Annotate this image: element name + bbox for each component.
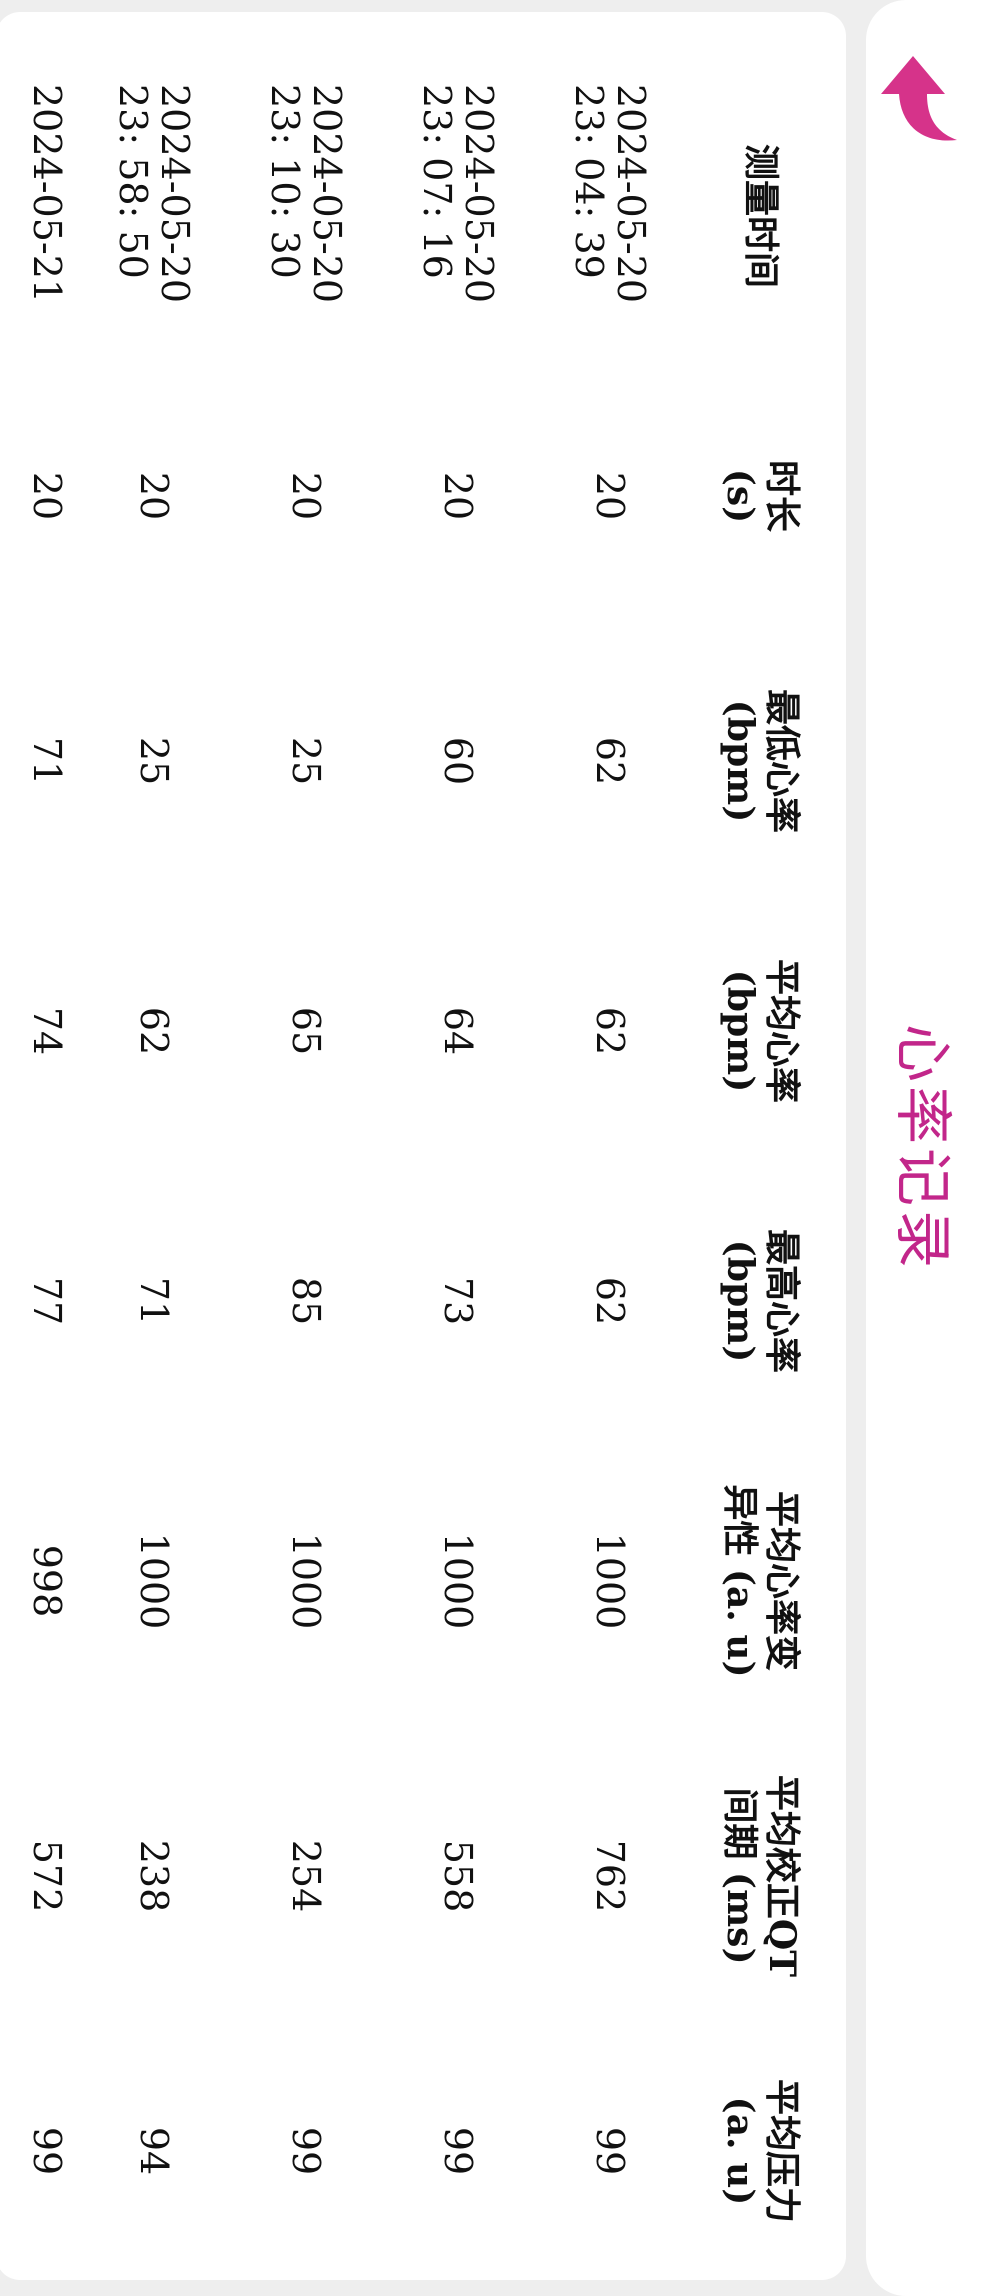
cell-date: 2024-05-21 [25, 84, 69, 304]
table-body: 2024-05-20 23: 04: 39 20 62 62 62 1000 762 99 202… [22, 66, 686, 2276]
cell-avg-hr: 74 [25, 1006, 69, 1056]
cell-date: 2024-05-20 [305, 84, 349, 304]
cell-time: 23: 58: 50 [111, 84, 155, 279]
column-header-label: (bpm) [719, 969, 761, 1093]
cell-min-hr: 62 [588, 736, 632, 786]
cell-stress: 99 [25, 2126, 69, 2176]
cell-time: 23: 04: 39 [567, 84, 611, 279]
cell-duration: 20 [132, 471, 176, 521]
cell-qtc: 558 [436, 1839, 480, 1913]
landscape-page: 心率记录 测量时间 时长 (s) 最低心率 (bpm) 平均心率 (bpm) 最高心率 (bpm… [0, 0, 981, 2296]
page-title: 心率记录 [889, 1023, 957, 1272]
cell-min-hr: 25 [132, 736, 176, 786]
cell-hrv: 1000 [284, 1532, 328, 1630]
column-header-label: 异性 (a. u) [719, 1484, 761, 1678]
column-header-label: 时长 [761, 459, 803, 532]
cell-min-hr: 71 [25, 736, 69, 786]
column-header-avg-qtc: 平均校正QT 间期 (ms) [686, 1726, 846, 2026]
heart-rate-record-table: 测量时间 时长 (s) 最低心率 (bpm) 平均心率 (bpm) 最高心率 (bpm) 平均心率… [22, 66, 846, 2276]
cell-qtc: 572 [25, 1839, 69, 1913]
column-header-avg-heart-rate: 平均心率 (bpm) [686, 896, 846, 1166]
records-card: 测量时间 时长 (s) 最低心率 (bpm) 平均心率 (bpm) 最高心率 (bpm) 平均心率… [0, 12, 846, 2280]
cell-hrv: 1000 [588, 1532, 632, 1630]
column-header-min-heart-rate: 最低心率 (bpm) [686, 626, 846, 896]
column-header-label: 平均心率变 [761, 1490, 803, 1671]
cell-measure-time: 2024-05-20 23: 10: 30 [230, 66, 382, 366]
column-header-label: 平均压力 [761, 2078, 803, 2223]
cell-time: 23: 07: 16 [415, 84, 459, 279]
table-header-row: 测量时间 时长 (s) 最低心率 (bpm) 平均心率 (bpm) 最高心率 (bpm) 平均心率… [686, 66, 846, 2276]
column-header-label: 最高心率 [761, 1228, 803, 1373]
cell-time: 23: 10: 30 [263, 84, 307, 279]
cell-min-hr: 60 [436, 736, 480, 786]
column-header-label: (a. u) [719, 2096, 761, 2206]
table-row[interactable]: 2024-05-20 23: 04: 39 20 62 62 62 1000 762 99 [534, 66, 686, 2276]
cell-qtc: 254 [284, 1839, 328, 1913]
cell-avg-hr: 62 [588, 1006, 632, 1056]
cell-duration: 20 [284, 471, 328, 521]
cell-max-hr: 85 [284, 1276, 328, 1326]
cell-avg-hr: 64 [436, 1006, 480, 1056]
cell-duration: 20 [436, 471, 480, 521]
cell-stress: 94 [132, 2126, 176, 2176]
cell-stress: 99 [436, 2126, 480, 2176]
top-bar: 心率记录 [866, 0, 981, 2296]
column-header-label: (bpm) [719, 1239, 761, 1363]
cell-duration: 20 [25, 471, 69, 521]
cell-stress: 99 [588, 2126, 632, 2176]
cell-date: 2024-05-20 [609, 84, 653, 304]
cell-measure-time: 2024-05-21 [22, 66, 78, 366]
cell-duration: 20 [588, 471, 632, 521]
cell-stress: 99 [284, 2126, 328, 2176]
cell-avg-hr: 65 [284, 1006, 328, 1056]
cell-measure-time: 2024-05-20 23: 04: 39 [534, 66, 686, 366]
column-header-label: 测量时间 [740, 143, 782, 288]
column-header-label: 平均校正QT [761, 1774, 803, 1978]
table-row[interactable]: 2024-05-20 23: 07: 16 20 60 64 73 1000 558 99 [382, 66, 534, 2276]
cell-max-hr: 62 [588, 1276, 632, 1326]
table-row[interactable]: 2024-05-20 23: 10: 30 20 25 65 85 1000 254 99 [230, 66, 382, 2276]
cell-max-hr: 71 [132, 1276, 176, 1326]
column-header-measure-time: 测量时间 [686, 66, 846, 366]
cell-measure-time: 2024-05-20 23: 58: 50 [78, 66, 230, 366]
cell-min-hr: 25 [284, 736, 328, 786]
cell-measure-time: 2024-05-20 23: 07: 16 [382, 66, 534, 366]
cell-hrv: 998 [25, 1544, 69, 1618]
cell-hrv: 1000 [132, 1532, 176, 1630]
cell-avg-hr: 62 [132, 1006, 176, 1056]
column-header-duration: 时长 (s) [686, 366, 846, 626]
cell-max-hr: 73 [436, 1276, 480, 1326]
column-header-label: 平均心率 [761, 958, 803, 1103]
table-row[interactable]: 2024-05-21 20 71 74 77 998 572 99 [22, 66, 78, 2276]
column-header-label: (s) [719, 468, 761, 524]
cell-date: 2024-05-20 [457, 84, 501, 304]
column-header-label: 最低心率 [761, 688, 803, 833]
cell-hrv: 1000 [436, 1532, 480, 1630]
column-header-label: 间期 (ms) [719, 1787, 761, 1965]
cell-date: 2024-05-20 [153, 84, 197, 304]
cell-qtc: 238 [132, 1839, 176, 1913]
column-header-label: (bpm) [719, 699, 761, 823]
table-row[interactable]: 2024-05-20 23: 58: 50 20 25 62 71 1000 238 94 [78, 66, 230, 2276]
column-header-avg-hrv: 平均心率变 异性 (a. u) [686, 1436, 846, 1726]
column-header-avg-stress: 平均压力 (a. u) [686, 2026, 846, 2276]
column-header-max-heart-rate: 最高心率 (bpm) [686, 1166, 846, 1436]
cell-max-hr: 77 [25, 1276, 69, 1326]
cell-qtc: 762 [588, 1839, 632, 1913]
